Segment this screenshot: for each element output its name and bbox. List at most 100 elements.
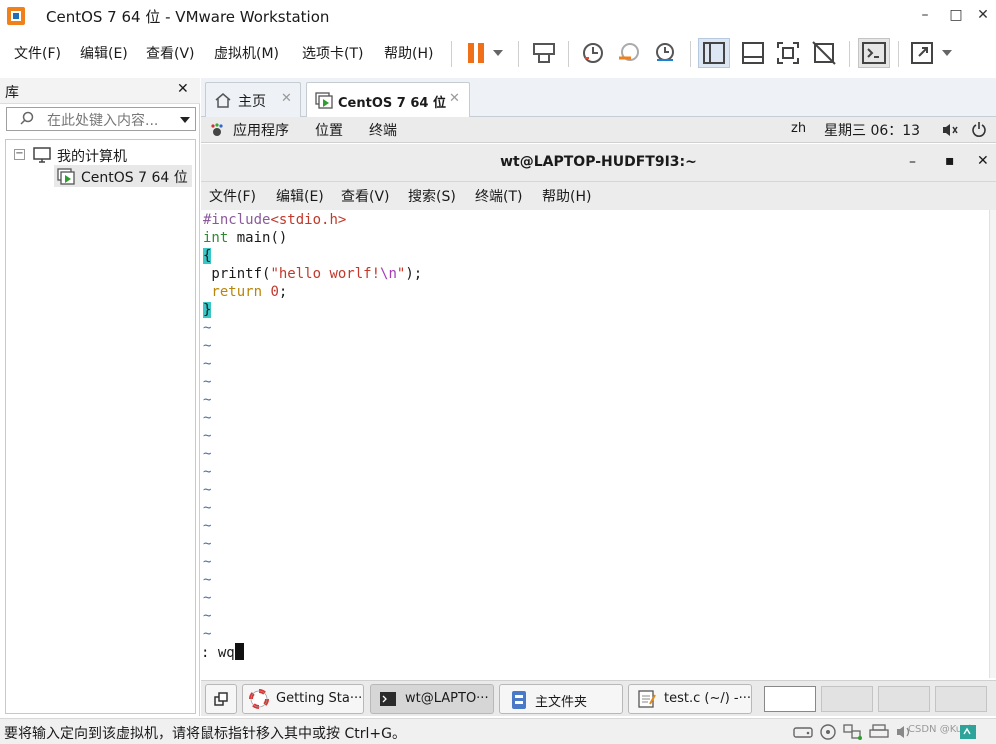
console-view-icon[interactable] <box>858 38 890 68</box>
vim-empty-line-marker: ~ <box>203 428 212 444</box>
window-titlebar: CentOS 7 64 位 - VMware Workstation – □ ✕ <box>0 0 996 32</box>
help-lifebuoy-icon <box>249 689 269 709</box>
terminal-maximize-button[interactable]: ▪ <box>945 153 955 169</box>
suspend-button[interactable] <box>462 38 503 68</box>
taskbar-item-label: Getting Sta··· <box>276 691 363 706</box>
menu-tabs[interactable]: 选项卡(T) <box>302 43 363 63</box>
terminal-menu-search[interactable]: 搜索(S) <box>408 186 456 206</box>
toolbar-separator <box>898 41 899 67</box>
search-dropdown-icon[interactable] <box>179 116 191 124</box>
taskbar-item-home-folder[interactable]: 主文件夹 <box>499 684 623 714</box>
cd-rom-icon[interactable] <box>818 723 838 741</box>
taskbar-item-getting-started[interactable]: Getting Sta··· <box>242 684 364 714</box>
code-line-open-brace: { <box>203 247 212 265</box>
gnome-terminal-menu[interactable]: 终端 <box>369 120 397 140</box>
computer-icon <box>32 146 52 164</box>
network-adapter-icon[interactable] <box>842 723 864 741</box>
printer-icon[interactable] <box>868 723 890 741</box>
menu-help[interactable]: 帮助(H) <box>384 43 433 63</box>
terminal-close-button[interactable]: ✕ <box>977 153 989 169</box>
file-manager-icon <box>510 690 528 710</box>
toolbar-separator <box>451 41 452 67</box>
workspace-1[interactable] <box>764 686 816 712</box>
vim-empty-line-marker: ~ <box>203 374 212 390</box>
menu-file[interactable]: 文件(F) <box>14 43 61 63</box>
terminal-menu-terminal[interactable]: 终端(T) <box>475 186 522 206</box>
menu-vm[interactable]: 虚拟机(M) <box>214 43 279 63</box>
library-close-button[interactable]: ✕ <box>177 81 189 97</box>
toolbar-separator <box>518 41 519 67</box>
home-icon <box>214 92 232 108</box>
terminal-minimize-button[interactable]: – <box>909 154 916 170</box>
unity-mode-icon[interactable] <box>808 38 840 68</box>
code-line-include: #include<stdio.h> <box>203 211 346 229</box>
vim-empty-line-marker: ~ <box>203 464 212 480</box>
vim-empty-line-marker: ~ <box>203 392 212 408</box>
revert-snapshot-icon[interactable] <box>613 38 645 68</box>
terminal-menu-view[interactable]: 查看(V) <box>341 186 390 206</box>
show-library-icon[interactable] <box>698 38 730 68</box>
taskbar-item-label: wt@LAPTO··· <box>405 691 489 706</box>
return-keyword: return <box>203 284 263 300</box>
toolbar-separator <box>849 41 850 67</box>
library-search-input[interactable]: 在此处键入内容... <box>6 107 196 131</box>
tab-home-label: 主页 <box>238 94 266 110</box>
menu-edit[interactable]: 编辑(E) <box>80 43 128 63</box>
taskbar-item-label: test.c (~/) -··· <box>664 691 752 706</box>
terminal-menu-help[interactable]: 帮助(H) <box>542 186 591 206</box>
volume-muted-icon[interactable] <box>941 122 959 138</box>
vim-empty-line-marker: ~ <box>203 446 212 462</box>
terminal-menu-edit[interactable]: 编辑(E) <box>276 186 324 206</box>
full-screen-icon[interactable] <box>772 38 804 68</box>
gnome-applications-menu[interactable]: 应用程序 <box>233 120 289 140</box>
snapshot-icon[interactable] <box>577 38 609 68</box>
library-header: 库 ✕ <box>0 78 200 104</box>
stretch-guest-icon[interactable] <box>907 38 952 68</box>
tree-expander[interactable]: − <box>14 149 25 160</box>
toolbar-separator <box>690 41 691 67</box>
snapshot-manager-icon[interactable] <box>649 38 681 68</box>
show-thumbnail-bar-icon[interactable] <box>737 38 769 68</box>
minimize-button[interactable]: – <box>910 4 940 28</box>
gnome-places-menu[interactable]: 位置 <box>315 120 343 140</box>
search-icon <box>19 111 35 127</box>
workspace-3[interactable] <box>878 686 930 712</box>
string-literal: "hello worlf! <box>270 266 381 282</box>
vim-empty-line-marker: ~ <box>203 554 212 570</box>
gnome-top-panel: 应用程序 位置 终端 zh 星期三 06：13 <box>201 117 996 143</box>
tab-home[interactable]: 主页 ✕ <box>205 82 301 118</box>
power-icon[interactable] <box>971 121 987 137</box>
matched-brace: { <box>203 248 212 264</box>
gnome-clock[interactable]: 星期三 06：13 <box>824 120 920 140</box>
vim-empty-line-marker: ~ <box>203 572 212 588</box>
terminal-body[interactable]: #include<stdio.h> int main() { printf("h… <box>201 210 989 678</box>
search-placeholder: 在此处键入内容... <box>47 113 159 129</box>
status-bar: 要将输入定向到该虚拟机，请将鼠标指针移入其中或按 Ctrl+G。 CSDN @K… <box>0 718 996 744</box>
workspace-2[interactable] <box>821 686 873 712</box>
toolbar-separator <box>568 41 569 67</box>
vim-empty-line-marker: ~ <box>203 482 212 498</box>
vim-command-line[interactable]: : wq <box>201 643 244 661</box>
code-line-close-brace: } <box>203 301 212 319</box>
taskbar-item-terminal[interactable]: wt@LAPTO··· <box>370 684 494 714</box>
workspace-4[interactable] <box>935 686 987 712</box>
tab-centos-close-icon[interactable]: ✕ <box>449 91 460 106</box>
tree-item-my-computer[interactable]: 我的计算机 <box>57 146 127 166</box>
taskbar-item-label: 主文件夹 <box>535 695 588 710</box>
send-ctrl-alt-del-icon[interactable] <box>528 38 560 68</box>
tab-home-close-icon[interactable]: ✕ <box>281 91 292 106</box>
library-tree <box>5 139 196 714</box>
hard-disk-icon[interactable] <box>792 723 814 741</box>
maximize-button[interactable]: □ <box>941 4 971 28</box>
show-desktop-button[interactable] <box>205 684 237 714</box>
terminal-menu-file[interactable]: 文件(F) <box>209 186 256 206</box>
show-desktop-icon <box>213 691 229 707</box>
menu-view[interactable]: 查看(V) <box>146 43 195 63</box>
terminal-menubar: 文件(F) 编辑(E) 查看(V) 搜索(S) 终端(T) 帮助(H) <box>201 182 996 210</box>
matched-brace: } <box>203 302 212 318</box>
input-language[interactable]: zh <box>791 121 806 136</box>
tab-centos[interactable]: CentOS 7 64 位 ✕ <box>306 82 470 119</box>
taskbar-item-test-c[interactable]: test.c (~/) -··· <box>628 684 752 714</box>
close-button[interactable]: ✕ <box>968 4 996 28</box>
terminal-scrollbar[interactable] <box>989 210 996 678</box>
